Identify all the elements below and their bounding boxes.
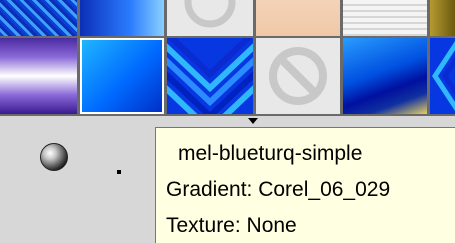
swatch-tooltip: mel-blueturq-simple Gradient: Corel_06_0… xyxy=(155,127,455,243)
swatch-blue-chevron-2[interactable] xyxy=(430,38,455,114)
swatch-blue-radial-gradient[interactable] xyxy=(80,38,164,114)
swatch-no-gradient[interactable] xyxy=(256,38,340,114)
swatch-blue-texture[interactable] xyxy=(0,0,77,36)
tooltip-texture-label: Texture: None xyxy=(166,214,297,237)
chevron-pattern-icon xyxy=(432,41,455,111)
swatch-blue-gradient[interactable] xyxy=(80,0,164,36)
dropdown-indicator-icon[interactable] xyxy=(117,170,121,174)
swatch-peach-gradient[interactable] xyxy=(256,0,340,36)
swatch-no-gradient-top[interactable] xyxy=(167,0,253,36)
tooltip-gradient-label: Gradient: Corel_06_029 xyxy=(166,178,391,201)
chevron-pattern-icon xyxy=(167,38,253,114)
swatch-purple-white-gradient[interactable] xyxy=(0,38,77,114)
swatch-blue-chevron[interactable] xyxy=(167,38,253,114)
selection-marker-icon xyxy=(248,118,258,124)
gradient-preview-ball-icon[interactable] xyxy=(40,143,68,171)
swatch-blue-yellow-gradient[interactable] xyxy=(343,38,427,114)
no-symbol-icon xyxy=(184,0,236,28)
swatch-gold-gradient[interactable] xyxy=(430,0,455,36)
swatch-white-stripes[interactable] xyxy=(343,0,427,36)
tooltip-swatch-name: mel-blueturq-simple xyxy=(178,142,363,165)
no-symbol-icon xyxy=(269,47,327,105)
gradient-swatch-grid xyxy=(0,0,455,116)
